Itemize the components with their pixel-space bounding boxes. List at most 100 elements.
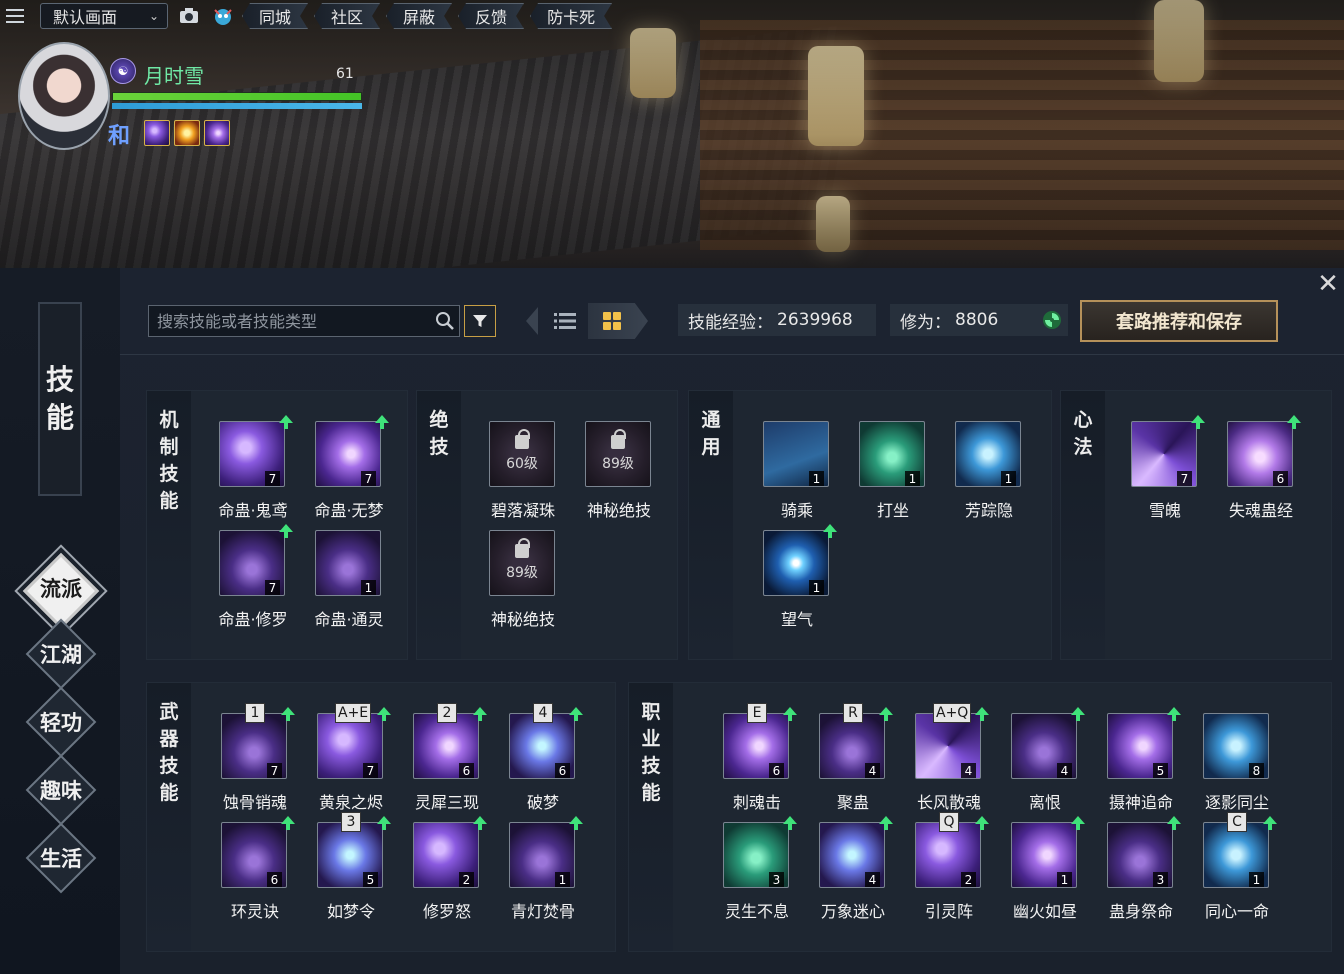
skill-slot[interactable]: 6 2 灵犀三现 xyxy=(399,703,495,817)
upgrade-arrow-icon[interactable] xyxy=(473,816,487,830)
upgrade-arrow-icon[interactable] xyxy=(1167,816,1181,830)
skill-slot[interactable]: 2 修罗怒 xyxy=(399,816,495,926)
upgrade-arrow-icon[interactable] xyxy=(279,415,293,429)
skill-icon[interactable]: 89级 xyxy=(585,421,651,487)
skill-icon[interactable]: 6 xyxy=(221,822,287,888)
skill-slot[interactable]: 1 骑乘 xyxy=(749,421,845,525)
skill-slot[interactable]: 3 蛊身祭命 xyxy=(1093,816,1189,926)
skill-search-input[interactable] xyxy=(149,306,429,336)
skill-slot[interactable]: 1 C 同心一命 xyxy=(1189,812,1285,926)
school-badge-icon[interactable]: ☯ xyxy=(110,58,136,84)
nav-tab-jianghu[interactable]: 江湖 xyxy=(25,618,97,690)
pet-icon[interactable] xyxy=(210,3,236,29)
nav-tab-fun[interactable]: 趣味 xyxy=(25,754,97,826)
skill-slot[interactable]: 1 望气 xyxy=(749,524,845,634)
skill-slot[interactable]: 89级 神秘绝技 xyxy=(571,421,667,525)
skill-icon[interactable]: 7 xyxy=(1131,421,1197,487)
skill-slot[interactable]: 4 A+Q 长风散魂 xyxy=(901,703,997,817)
skill-slot[interactable]: 1 芳踪隐 xyxy=(941,421,1037,525)
skill-slot[interactable]: 6 4 破梦 xyxy=(495,703,591,817)
upgrade-arrow-icon[interactable] xyxy=(783,707,797,721)
skill-slot[interactable]: 7 A+E 黄泉之烬 xyxy=(303,703,399,817)
menu-icon[interactable] xyxy=(0,1,30,31)
upgrade-arrow-icon[interactable] xyxy=(879,816,893,830)
skill-slot[interactable]: 4 离恨 xyxy=(997,707,1093,817)
upgrade-arrow-icon[interactable] xyxy=(377,816,391,830)
skill-slot[interactable]: 7 命蛊·修罗 xyxy=(205,524,301,634)
skill-icon[interactable]: 1 xyxy=(859,421,925,487)
graphics-preset-dropdown[interactable]: 默认画面 ⌄ xyxy=(40,3,168,29)
skill-slot[interactable]: 5 3 如梦令 xyxy=(303,812,399,926)
skill-slot[interactable]: 7 1 蚀骨销魂 xyxy=(207,703,303,817)
skill-slot[interactable]: 4 R 聚蛊 xyxy=(805,703,901,817)
upgrade-arrow-icon[interactable] xyxy=(823,524,837,538)
skill-slot[interactable]: 5 摄神追命 xyxy=(1093,707,1189,817)
upgrade-arrow-icon[interactable] xyxy=(1071,816,1085,830)
upgrade-arrow-icon[interactable] xyxy=(375,415,389,429)
upgrade-arrow-icon[interactable] xyxy=(1263,816,1277,830)
skill-slot[interactable]: 3 灵生不息 xyxy=(709,816,805,926)
upgrade-arrow-icon[interactable] xyxy=(879,707,893,721)
topbar-button-same-city[interactable]: 同城 xyxy=(242,3,308,29)
buff-icon[interactable] xyxy=(204,120,230,146)
skill-icon[interactable]: 1 xyxy=(763,530,829,596)
recommend-and-save-button[interactable]: 套路推荐和保存 xyxy=(1080,300,1278,342)
skill-slot[interactable]: 7 命蛊·鬼鸢 xyxy=(205,415,301,525)
skill-icon[interactable]: 60级 xyxy=(489,421,555,487)
buff-burst-icon[interactable] xyxy=(174,120,200,146)
skill-slot[interactable]: 2 Q 引灵阵 xyxy=(901,812,997,926)
upgrade-arrow-icon[interactable] xyxy=(1071,707,1085,721)
search-icon[interactable] xyxy=(435,311,455,331)
camera-icon[interactable] xyxy=(176,3,202,29)
skill-slot[interactable]: 6 E 刺魂击 xyxy=(709,703,805,817)
skill-slot[interactable]: 8 逐影同尘 xyxy=(1189,713,1285,817)
upgrade-arrow-icon[interactable] xyxy=(783,816,797,830)
skill-icon[interactable]: 6 xyxy=(1227,421,1293,487)
topbar-button-feedback[interactable]: 反馈 xyxy=(458,3,524,29)
avatar[interactable] xyxy=(18,42,110,150)
skill-icon[interactable]: 4 xyxy=(1011,713,1077,779)
upgrade-arrow-icon[interactable] xyxy=(473,707,487,721)
skill-icon[interactable]: 1 xyxy=(1011,822,1077,888)
skill-icon[interactable]: 1 xyxy=(763,421,829,487)
skill-slot[interactable]: 1 命蛊·通灵 xyxy=(301,530,397,634)
grid-view-button[interactable] xyxy=(588,303,648,339)
close-icon[interactable]: ✕ xyxy=(1314,270,1342,298)
skill-slot[interactable]: 89级 神秘绝技 xyxy=(475,530,571,634)
topbar-button-community[interactable]: 社区 xyxy=(314,3,380,29)
skill-icon[interactable]: 5 xyxy=(1107,713,1173,779)
topbar-button-block[interactable]: 屏蔽 xyxy=(386,3,452,29)
skill-slot[interactable]: 60级 碧落凝珠 xyxy=(475,421,571,525)
nav-tab-school[interactable]: 流派 xyxy=(18,548,104,630)
skill-slot[interactable]: 1 打坐 xyxy=(845,421,941,525)
list-view-button[interactable] xyxy=(538,303,592,339)
skill-slot[interactable]: 6 失魂蛊经 xyxy=(1213,415,1309,525)
upgrade-arrow-icon[interactable] xyxy=(569,707,583,721)
skill-icon[interactable]: 7 xyxy=(219,421,285,487)
upgrade-arrow-icon[interactable] xyxy=(569,816,583,830)
skill-icon[interactable]: 7 xyxy=(219,530,285,596)
skill-slot[interactable]: 1 青灯焚骨 xyxy=(495,816,591,926)
skill-icon[interactable]: 1 xyxy=(509,822,575,888)
upgrade-arrow-icon[interactable] xyxy=(1287,415,1301,429)
skill-icon[interactable]: 3 xyxy=(723,822,789,888)
filter-button[interactable] xyxy=(464,305,496,337)
skill-icon[interactable]: 4 xyxy=(819,822,885,888)
skill-slot[interactable]: 7 雪魄 xyxy=(1117,415,1213,525)
nav-tab-life[interactable]: 生活 xyxy=(25,822,97,894)
topbar-button-unstuck[interactable]: 防卡死 xyxy=(530,3,612,29)
skill-icon[interactable]: 3 xyxy=(1107,822,1173,888)
skill-icon[interactable]: 8 xyxy=(1203,713,1269,779)
skill-icon[interactable]: 2 xyxy=(413,822,479,888)
skill-icon[interactable]: 1 xyxy=(315,530,381,596)
cultivation-swirl-icon[interactable] xyxy=(1042,310,1062,330)
upgrade-arrow-icon[interactable] xyxy=(1167,707,1181,721)
upgrade-arrow-icon[interactable] xyxy=(1191,415,1205,429)
upgrade-arrow-icon[interactable] xyxy=(281,816,295,830)
buff-icon[interactable] xyxy=(144,120,170,146)
skill-icon[interactable]: 89级 xyxy=(489,530,555,596)
upgrade-arrow-icon[interactable] xyxy=(975,707,989,721)
skill-icon[interactable]: 1 xyxy=(955,421,1021,487)
upgrade-arrow-icon[interactable] xyxy=(975,816,989,830)
skill-slot[interactable]: 7 命蛊·无梦 xyxy=(301,415,397,525)
